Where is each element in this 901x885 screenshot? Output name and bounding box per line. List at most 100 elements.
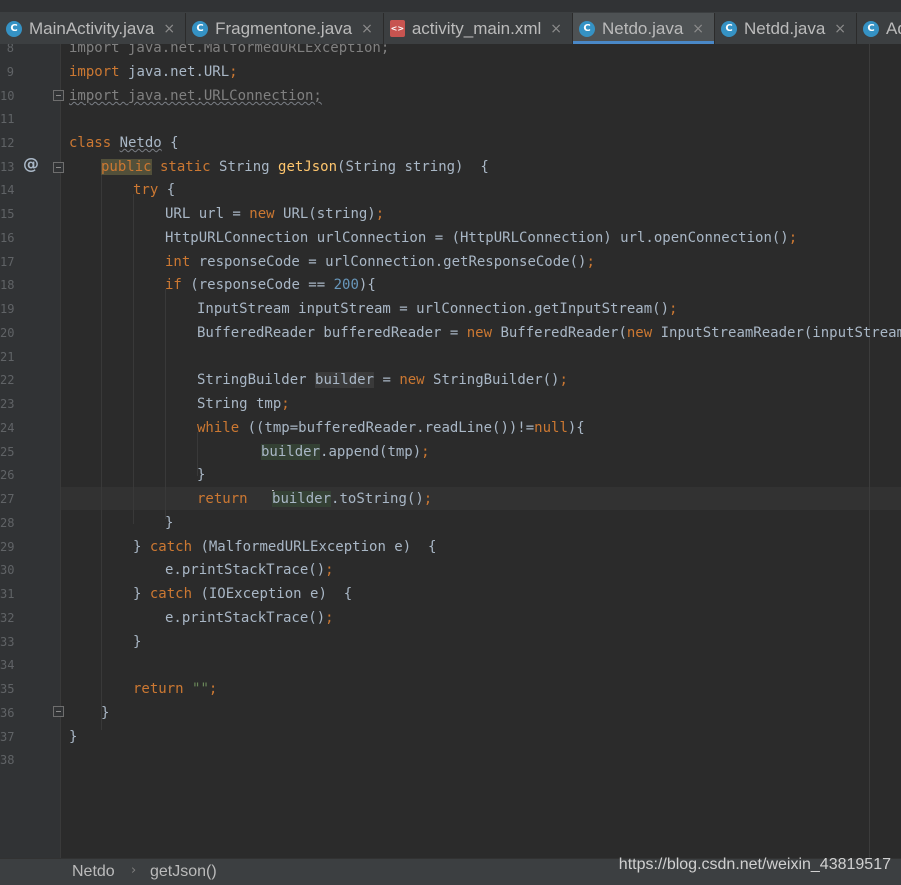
editor-tab-bar: C MainActivity.java × C Fragmentone.java… — [0, 0, 901, 44]
code-token: int — [165, 254, 199, 270]
code-line[interactable]: } — [133, 631, 141, 654]
override-method-icon[interactable]: @ — [23, 154, 39, 173]
code-token: ; — [375, 206, 385, 222]
tab-netdo[interactable]: C Netdo.java × — [573, 13, 716, 44]
code-line[interactable]: class Netdo { — [69, 132, 179, 155]
breadcrumb-bar: Netdo › getJson() https://blog.csdn.net/… — [0, 856, 901, 885]
code-token: e.printStackTrace() — [165, 610, 326, 626]
code-line[interactable]: builder.append(tmp); — [261, 441, 430, 464]
close-icon[interactable]: × — [550, 21, 562, 37]
code-token: try — [133, 182, 159, 198]
code-editor[interactable]: 8 9 10 11 12 13 14 15 16 17 18 19 20 21 … — [0, 44, 901, 858]
line-number: 17 — [0, 255, 15, 269]
line-number: 18 — [0, 278, 15, 292]
class-name: Netdo — [119, 135, 162, 151]
indent-guide — [101, 170, 102, 730]
code-line[interactable]: String tmp; — [197, 393, 290, 416]
code-line[interactable]: } catch (IOException e) { — [133, 583, 352, 606]
code-token: BufferedReader bufferedReader = — [197, 325, 467, 341]
line-number: 33 — [0, 635, 15, 649]
code-line[interactable]: try { — [133, 179, 175, 202]
line-number: 23 — [0, 397, 15, 411]
line-number: 15 — [0, 207, 15, 221]
code-line[interactable]: } — [197, 464, 205, 487]
code-token: e.printStackTrace() — [165, 562, 326, 578]
tab-adap[interactable]: C Adap — [857, 13, 901, 44]
code-token: catch — [149, 539, 201, 555]
close-icon[interactable]: × — [692, 21, 704, 37]
code-line[interactable]: import java.net.MalformedURLException; — [69, 44, 389, 60]
code-token: ){ — [358, 277, 376, 293]
close-icon[interactable]: × — [834, 21, 846, 37]
line-number: 27 — [0, 492, 15, 506]
fold-marker-icon[interactable] — [53, 90, 64, 101]
line-number: 24 — [0, 421, 15, 435]
code-token: } — [69, 729, 78, 745]
code-line[interactable]: URL url = new URL(string); — [165, 203, 384, 226]
code-line[interactable]: int responseCode = urlConnection.getResp… — [165, 251, 595, 274]
close-icon[interactable]: × — [163, 21, 175, 37]
line-number: 28 — [0, 516, 15, 530]
code-token: StringBuilder() — [433, 372, 560, 388]
code-token: new — [626, 325, 661, 341]
code-line[interactable]: while ((tmp=bufferedReader.readLine())!=… — [197, 417, 585, 440]
code-line[interactable]: } — [101, 702, 109, 725]
code-line[interactable]: import java.net.URL; — [69, 61, 238, 84]
code-token: return — [133, 681, 193, 697]
close-icon[interactable]: × — [361, 21, 373, 37]
line-number: 31 — [0, 587, 15, 601]
code-token: } — [197, 467, 206, 483]
code-token: catch — [149, 586, 201, 602]
tab-mainactivity[interactable]: C MainActivity.java × — [0, 13, 187, 44]
code-line[interactable]: } — [69, 726, 77, 749]
code-token: java.net.URL — [128, 64, 230, 80]
line-number: 12 — [0, 136, 15, 150]
code-line[interactable]: InputStream inputStream = urlConnection.… — [197, 298, 677, 321]
code-line[interactable]: } catch (MalformedURLException e) { — [133, 536, 436, 559]
code-line[interactable]: StringBuilder builder = new StringBuilde… — [197, 369, 568, 392]
xml-layout-icon: <> — [389, 20, 405, 37]
code-line[interactable]: return builder.toString(); — [197, 488, 432, 511]
line-number: 25 — [0, 445, 15, 459]
code-token: } — [133, 539, 150, 555]
code-token: builder — [272, 491, 332, 507]
fold-marker-icon[interactable] — [53, 162, 64, 173]
code-token: ; — [423, 491, 433, 507]
code-line[interactable]: public static String getJson(String stri… — [101, 156, 489, 179]
breadcrumb-method[interactable]: getJson() — [150, 863, 217, 881]
code-token: = — [374, 372, 400, 388]
code-token: InputStream inputStream = urlConnection.… — [197, 301, 670, 317]
code-token: public — [101, 159, 152, 175]
breadcrumb-class[interactable]: Netdo — [72, 863, 115, 881]
code-token: ; — [208, 681, 218, 697]
unused-import: import java.net.URLConnection; — [69, 88, 322, 104]
code-line[interactable]: e.printStackTrace(); — [165, 559, 334, 582]
tab-label: Netdo.java — [602, 18, 684, 38]
code-line[interactable]: BufferedReader bufferedReader = new Buff… — [197, 322, 901, 345]
code-token: { — [161, 135, 179, 151]
code-token: ; — [229, 64, 238, 80]
line-number: 35 — [0, 682, 15, 696]
code-token: responseCode = urlConnection.getResponse… — [198, 254, 587, 270]
code-token: static — [151, 159, 220, 175]
tab-netdd[interactable]: C Netdd.java × — [715, 13, 858, 44]
line-number: 21 — [0, 350, 15, 364]
code-line[interactable]: return ""; — [133, 678, 217, 701]
code-token: ; — [421, 444, 430, 460]
chevron-right-icon: › — [131, 863, 137, 878]
code-line[interactable]: e.printStackTrace(); — [165, 607, 334, 630]
navigation-bar-strip — [0, 0, 901, 12]
code-line[interactable]: import java.net.URLConnection; — [69, 85, 322, 108]
tab-activity-main-xml[interactable]: <> activity_main.xml × — [384, 13, 573, 44]
line-number: 30 — [0, 563, 15, 577]
code-line[interactable]: if (responseCode == 200){ — [165, 274, 376, 297]
line-number: 20 — [0, 326, 15, 340]
line-number: 9 — [6, 65, 14, 79]
code-token: (MalformedURLException e) { — [200, 539, 437, 555]
tab-fragmentone[interactable]: C Fragmentone.java × — [186, 13, 384, 44]
code-line[interactable]: HttpURLConnection urlConnection = (HttpU… — [165, 227, 797, 250]
code-line[interactable]: } — [165, 512, 173, 535]
fold-marker-icon[interactable] — [53, 706, 64, 717]
line-number: 14 — [0, 183, 15, 197]
java-class-icon: C — [721, 20, 738, 37]
